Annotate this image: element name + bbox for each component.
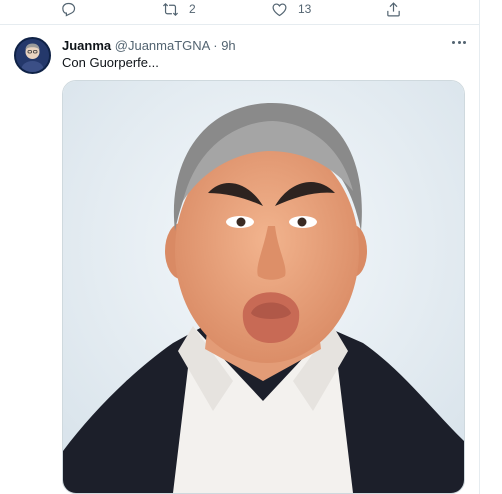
avatar-image: [16, 39, 49, 72]
retweet-icon: [162, 2, 179, 16]
more-options-icon-dot: [463, 41, 466, 44]
more-options-icon: [452, 41, 455, 44]
tweet-media-photo[interactable]: [62, 80, 465, 494]
author-name[interactable]: Juanma: [62, 38, 111, 53]
retweet-button[interactable]: 2: [162, 0, 196, 18]
timeline-column: 2 13 Juanma @JuanmaTGNA · 9h Con Guorper…: [0, 0, 480, 494]
heart-icon: [272, 2, 287, 16]
retweet-count: 2: [189, 2, 196, 16]
tweet-header: Juanma @JuanmaTGNA · 9h: [62, 38, 236, 53]
share-button[interactable]: [385, 0, 402, 18]
tweet-timestamp[interactable]: 9h: [221, 38, 235, 53]
header-separator: ·: [213, 38, 218, 53]
author-handle[interactable]: @JuanmaTGNA: [115, 38, 210, 53]
share-icon: [387, 1, 400, 16]
like-button[interactable]: 13: [271, 0, 311, 18]
photo-illustration: [63, 81, 464, 493]
more-options-icon-dot: [457, 41, 461, 44]
avatar[interactable]: [14, 37, 51, 74]
more-options-button[interactable]: [450, 35, 468, 49]
previous-tweet-actions: 2 13: [0, 0, 480, 22]
tweet-text: Con Guorperfe...: [62, 55, 159, 70]
reply-icon: [62, 2, 76, 16]
right-gutter: [480, 0, 502, 494]
like-count: 13: [298, 2, 312, 16]
tweet[interactable]: Juanma @JuanmaTGNA · 9h Con Guorperfe...: [0, 25, 480, 494]
reply-button[interactable]: [60, 0, 87, 18]
